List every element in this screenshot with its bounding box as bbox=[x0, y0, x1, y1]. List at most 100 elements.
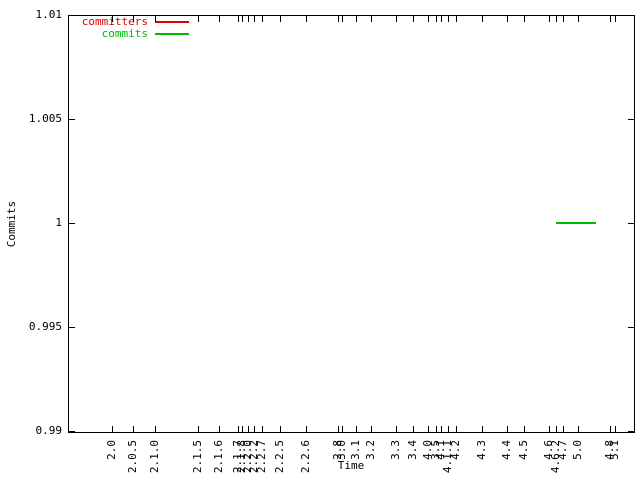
y-tick-mirror bbox=[628, 223, 634, 224]
x-tick-label: 2.0 bbox=[107, 440, 117, 480]
x-tick-label: 2.1.5 bbox=[193, 440, 203, 480]
x-tick-mirror bbox=[396, 16, 397, 22]
x-tick bbox=[280, 426, 281, 432]
x-tick bbox=[556, 426, 557, 432]
x-tick bbox=[262, 426, 263, 432]
x-tick-label: 3.4 bbox=[408, 440, 418, 480]
x-tick-mirror bbox=[436, 16, 437, 22]
x-tick bbox=[441, 426, 442, 432]
y-tick-label: 0.99 bbox=[14, 426, 62, 436]
x-tick bbox=[456, 426, 457, 432]
x-tick-label: 3.2 bbox=[366, 440, 376, 480]
plot-area bbox=[68, 15, 635, 433]
x-tick-mirror bbox=[615, 16, 616, 22]
x-tick-mirror bbox=[549, 16, 550, 22]
x-tick-mirror bbox=[254, 16, 255, 22]
y-tick-label: 0.995 bbox=[14, 322, 62, 332]
x-tick-mirror bbox=[133, 16, 134, 22]
legend-row: commits bbox=[60, 28, 189, 40]
x-tick-label: 2.1.0 bbox=[150, 440, 160, 480]
data-line-commits bbox=[556, 222, 596, 224]
x-tick bbox=[306, 426, 307, 432]
x-tick-mirror bbox=[441, 16, 442, 22]
chart-canvas: Commits Time committerscommits 2.02.0.52… bbox=[0, 0, 640, 480]
y-tick-mirror bbox=[628, 15, 634, 16]
legend-label-commits: commits bbox=[60, 28, 148, 40]
x-tick-mirror bbox=[248, 16, 249, 22]
x-tick-mirror bbox=[578, 16, 579, 22]
x-tick-label: 3.0 bbox=[337, 440, 347, 480]
x-tick bbox=[428, 426, 429, 432]
x-tick-mirror bbox=[306, 16, 307, 22]
x-tick bbox=[448, 426, 449, 432]
x-tick-mirror bbox=[556, 16, 557, 22]
x-tick-label: 4.4 bbox=[502, 440, 512, 480]
x-tick-mirror bbox=[524, 16, 525, 22]
x-tick-label: 2.2.6 bbox=[301, 440, 311, 480]
x-tick-label: 3.3 bbox=[391, 440, 401, 480]
x-tick-mirror bbox=[371, 16, 372, 22]
y-tick-mirror bbox=[628, 327, 634, 328]
y-tick-label: 1 bbox=[14, 218, 62, 228]
x-tick bbox=[413, 426, 414, 432]
x-tick-mirror bbox=[563, 16, 564, 22]
x-tick-label: 4.5 bbox=[519, 440, 529, 480]
x-tick-mirror bbox=[338, 16, 339, 22]
x-tick bbox=[198, 426, 199, 432]
y-tick-mirror bbox=[628, 119, 634, 120]
x-tick-label: 2.0.5 bbox=[128, 440, 138, 480]
x-tick bbox=[242, 426, 243, 432]
x-tick-mirror bbox=[198, 16, 199, 22]
x-tick-mirror bbox=[482, 16, 483, 22]
x-tick bbox=[578, 426, 579, 432]
y-tick bbox=[69, 15, 75, 16]
x-tick-label: 5.1 bbox=[610, 440, 620, 480]
x-tick bbox=[219, 426, 220, 432]
x-tick bbox=[563, 426, 564, 432]
x-tick-mirror bbox=[413, 16, 414, 22]
x-tick-mirror bbox=[342, 16, 343, 22]
legend-line-sample-commits bbox=[155, 33, 189, 35]
x-tick-mirror bbox=[238, 16, 239, 22]
y-tick-label: 1.005 bbox=[14, 114, 62, 124]
x-tick bbox=[507, 426, 508, 432]
x-tick-label: 3.1 bbox=[351, 440, 361, 480]
x-tick bbox=[524, 426, 525, 432]
x-tick bbox=[248, 426, 249, 432]
x-tick bbox=[342, 426, 343, 432]
x-tick-mirror bbox=[610, 16, 611, 22]
legend-line-sample-committers bbox=[155, 21, 189, 23]
x-tick-mirror bbox=[280, 16, 281, 22]
x-tick-mirror bbox=[456, 16, 457, 22]
x-tick bbox=[371, 426, 372, 432]
x-tick bbox=[133, 426, 134, 432]
y-tick bbox=[69, 223, 75, 224]
y-tick bbox=[69, 431, 75, 432]
x-tick-mirror bbox=[428, 16, 429, 22]
x-tick bbox=[615, 426, 616, 432]
x-tick-mirror bbox=[448, 16, 449, 22]
x-tick-mirror bbox=[219, 16, 220, 22]
y-tick-label: 1.01 bbox=[14, 10, 62, 20]
x-tick-label: 2.2.5 bbox=[275, 440, 285, 480]
x-tick-label: 4.7 bbox=[558, 440, 568, 480]
x-tick-mirror bbox=[112, 16, 113, 22]
y-tick bbox=[69, 119, 75, 120]
y-tick-mirror bbox=[628, 431, 634, 432]
x-tick bbox=[155, 426, 156, 432]
x-tick-mirror bbox=[242, 16, 243, 22]
x-tick-label: 2.2.7 bbox=[257, 440, 267, 480]
x-tick-label: 4.2 bbox=[451, 440, 461, 480]
x-tick-mirror bbox=[262, 16, 263, 22]
x-tick-label: 4.3 bbox=[477, 440, 487, 480]
x-tick bbox=[112, 426, 113, 432]
x-tick bbox=[254, 426, 255, 432]
x-tick bbox=[238, 426, 239, 432]
x-tick bbox=[549, 426, 550, 432]
y-tick bbox=[69, 327, 75, 328]
x-tick bbox=[610, 426, 611, 432]
x-tick-mirror bbox=[155, 16, 156, 22]
x-tick bbox=[482, 426, 483, 432]
x-tick bbox=[436, 426, 437, 432]
x-tick bbox=[338, 426, 339, 432]
